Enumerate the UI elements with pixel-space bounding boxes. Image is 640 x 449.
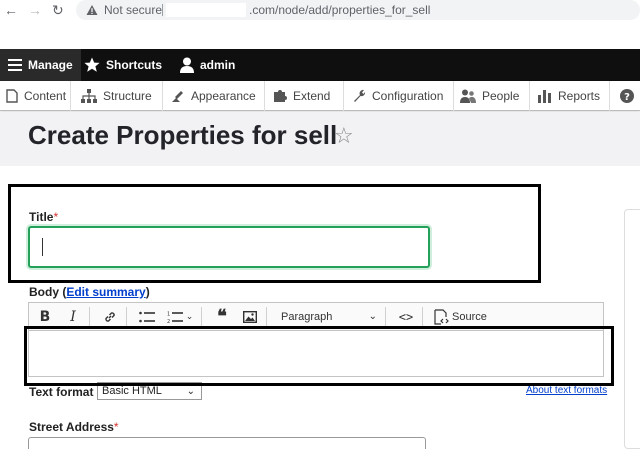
sidebar-panel [624, 209, 640, 449]
body-label: Body (Edit summary) [29, 285, 150, 299]
street-address-input[interactable] [28, 437, 426, 449]
toolbar-separator [126, 306, 127, 327]
source-icon [434, 308, 449, 325]
user-icon [180, 57, 194, 73]
annotation-box-title [8, 184, 541, 283]
admin-tray: Content Structure Appearance Extend Conf… [0, 81, 640, 111]
bulleted-list-icon [139, 311, 155, 322]
chevron-down-icon: ⌄ [368, 311, 377, 322]
link-button[interactable] [98, 306, 122, 328]
tray-item-label: People [482, 89, 520, 103]
about-text-formats-link[interactable]: About text formats [526, 385, 607, 396]
toolbar-shortcuts[interactable]: Shortcuts [76, 49, 170, 81]
tray-item-people[interactable]: People [454, 81, 530, 111]
svg-text:?: ? [624, 92, 630, 103]
bold-button[interactable]: B [33, 306, 57, 328]
italic-button[interactable]: I [61, 306, 85, 328]
browser-bar: ← → ↻ Not secure .com/node/add/propertie… [0, 0, 640, 22]
chevron-down-icon: ⌄ [185, 311, 194, 321]
bar-chart-icon [538, 90, 551, 103]
address-separator [162, 4, 163, 16]
source-button-label: Source [452, 310, 487, 323]
image-button[interactable] [238, 306, 262, 328]
body-label-text: Body [29, 285, 59, 299]
street-address-label: Street Address* [29, 420, 119, 434]
annotation-box-body [24, 326, 614, 386]
tray-item-structure[interactable]: Structure [71, 81, 163, 111]
toolbar-manage[interactable]: Manage [0, 49, 81, 81]
toolbar-user-label: admin [200, 58, 236, 72]
numbered-list-icon: 1 2 [167, 311, 183, 323]
url-text: .com/node/add/properties_for_sell [249, 3, 431, 17]
toolbar-user[interactable]: admin [172, 49, 243, 81]
tray-item-configuration[interactable]: Configuration [344, 81, 454, 111]
page-title: Create Properties for sell [28, 120, 338, 150]
redacted-domain [166, 3, 246, 17]
svg-text:2: 2 [167, 319, 170, 323]
people-icon [460, 89, 476, 103]
toolbar-separator [266, 306, 267, 327]
page-header: Create Properties for sell ☆ [0, 112, 640, 166]
address-bar[interactable]: Not secure .com/node/add/properties_for_… [76, 0, 640, 20]
star-icon [84, 57, 100, 72]
tray-item-help[interactable]: ? [614, 81, 640, 111]
image-icon [243, 310, 257, 323]
toolbar-separator [89, 306, 90, 327]
forward-icon[interactable]: → [28, 2, 42, 18]
street-address-label-text: Street Address [29, 420, 114, 434]
link-icon [105, 311, 115, 322]
tray-item-appearance[interactable]: Appearance [163, 81, 265, 111]
security-label: Not secure [104, 3, 163, 17]
wrench-icon [354, 89, 366, 102]
tray-item-extend[interactable]: Extend [265, 81, 344, 111]
tray-item-label: Appearance [191, 89, 256, 103]
back-icon[interactable]: ← [4, 2, 18, 18]
required-marker: * [113, 420, 119, 434]
tray-item-label: Content [24, 89, 67, 103]
toolbar-separator [201, 306, 202, 327]
edit-summary-link[interactable]: Edit summary [66, 285, 145, 299]
paintbrush-icon [172, 91, 183, 102]
puzzle-icon [274, 90, 287, 102]
text-format-label: Text format [29, 385, 94, 399]
tray-item-reports[interactable]: Reports [530, 81, 610, 111]
paragraph-format-select[interactable]: Paragraph ⌄ [275, 306, 381, 328]
tray-item-content[interactable]: Content [0, 81, 71, 111]
code-button[interactable]: <> [394, 306, 418, 328]
admin-toolbar: Manage Shortcuts admin [0, 49, 640, 81]
structure-icon [81, 89, 97, 103]
tray-item-label: Extend [293, 89, 331, 103]
numbered-list-button[interactable]: 1 2 ⌄ [163, 306, 197, 328]
hamburger-icon [8, 59, 22, 71]
reload-icon[interactable]: ↻ [52, 2, 64, 19]
paragraph-format-value: Paragraph [281, 310, 333, 323]
toolbar-separator [385, 306, 386, 327]
chevron-down-icon: ⌄ [186, 385, 195, 397]
warning-icon [86, 5, 98, 15]
toolbar-manage-label: Manage [28, 58, 73, 72]
source-button[interactable]: Source [433, 308, 487, 325]
tray-item-label: Reports [558, 89, 601, 103]
blockquote-button[interactable]: ❝ [210, 306, 234, 328]
tray-item-label: Configuration [372, 89, 444, 103]
tray-item-label: Structure [103, 89, 152, 103]
bulleted-list-button[interactable] [135, 306, 159, 328]
help-icon: ? [620, 89, 634, 103]
text-format-value: Basic HTML [102, 385, 162, 397]
content-icon [6, 89, 18, 103]
shortcut-star-icon[interactable]: ☆ [334, 123, 354, 149]
body-paren-close: ) [145, 285, 150, 299]
toolbar-separator [422, 306, 423, 327]
svg-text:1: 1 [167, 311, 170, 317]
toolbar-shortcuts-label: Shortcuts [106, 58, 163, 72]
